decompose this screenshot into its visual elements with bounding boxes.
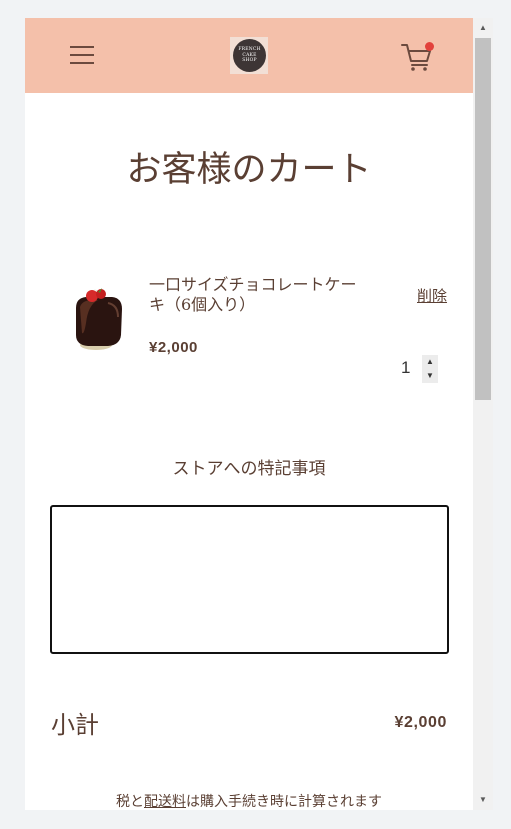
increment-arrow-icon[interactable]: ▲ [422, 355, 438, 369]
scroll-up-arrow-icon[interactable]: ▲ [473, 20, 493, 36]
notes-textarea[interactable] [50, 505, 449, 654]
scrollbar-thumb[interactable] [475, 38, 491, 400]
logo-line: SHOP [242, 58, 257, 64]
notes-label: ストアへの特記事項 [172, 459, 326, 478]
logo-emblem: FRENCH CAKE SHOP [233, 39, 266, 72]
cart-line-item: 一口サイズチョコレートケーキ（6個入り） 削除 ¥2,000 1 ▲ ▼ [25, 273, 473, 383]
shipping-policy-link[interactable]: 配送料 [144, 793, 186, 809]
tax-note-text: 税と [116, 793, 144, 809]
cart-count-badge [425, 42, 434, 51]
shop-logo[interactable]: FRENCH CAKE SHOP [230, 37, 268, 74]
site-header: FRENCH CAKE SHOP [25, 18, 473, 93]
product-image[interactable] [68, 283, 128, 353]
hamburger-menu-icon[interactable] [70, 45, 94, 65]
quantity-spin-buttons: ▲ ▼ [422, 355, 438, 383]
vertical-scrollbar[interactable]: ▲ ▼ [473, 18, 493, 810]
product-price: ¥2,000 [149, 339, 198, 356]
remove-item-link[interactable]: 削除 [417, 285, 447, 306]
subtotal-label: 小計 [51, 711, 99, 739]
page-title: お客様のカート [126, 150, 372, 190]
subtotal-value: ¥2,000 [394, 714, 447, 731]
cart-page: FRENCH CAKE SHOP お客様のカート 一口サイズチョコレートケーキ（… [25, 18, 473, 810]
tax-shipping-note: 税と配送料は購入手続き時に計算されます [25, 791, 473, 810]
scroll-down-arrow-icon[interactable]: ▼ [473, 792, 493, 808]
decrement-arrow-icon[interactable]: ▼ [422, 369, 438, 383]
tax-note-text: は購入手続き時に計算されます [186, 793, 382, 809]
product-name[interactable]: 一口サイズチョコレートケーキ（6個入り） [149, 275, 369, 315]
quantity-value[interactable]: 1 [401, 358, 410, 378]
quantity-stepper[interactable]: 1 ▲ ▼ [395, 355, 440, 383]
